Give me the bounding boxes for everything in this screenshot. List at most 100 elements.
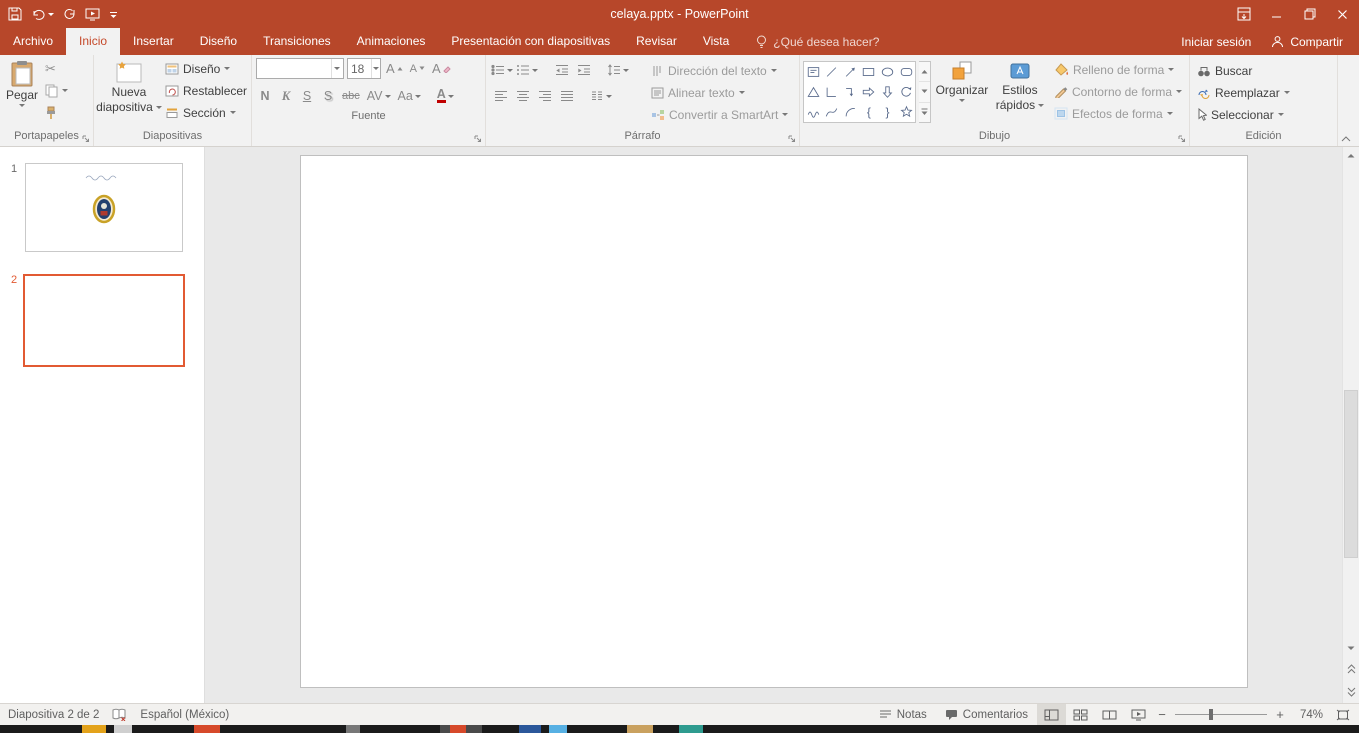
zoom-out-button[interactable]: − xyxy=(1153,707,1171,722)
line-spacing-button[interactable] xyxy=(607,61,629,79)
taskbar-app-icon[interactable] xyxy=(519,725,541,733)
reset-button[interactable]: Restablecer xyxy=(161,80,251,101)
taskbar-app-icon[interactable] xyxy=(82,725,106,733)
shape-elbow-connector-icon[interactable] xyxy=(841,82,860,102)
scroll-up-icon[interactable] xyxy=(1343,147,1359,164)
slide-thumbnail-1[interactable]: 1 xyxy=(0,163,204,252)
tab-revisar[interactable]: Revisar xyxy=(623,28,690,55)
shape-triangle-icon[interactable] xyxy=(804,82,823,102)
decrease-indent-icon[interactable] xyxy=(552,61,571,79)
italic-button[interactable]: K xyxy=(277,86,295,106)
font-size-input[interactable] xyxy=(348,62,371,76)
zoom-in-button[interactable]: + xyxy=(1271,707,1289,722)
taskbar-app-icon[interactable] xyxy=(194,725,220,733)
normal-view-icon[interactable] xyxy=(1037,704,1066,725)
minimize-icon[interactable] xyxy=(1260,0,1293,28)
shape-line-icon[interactable] xyxy=(823,62,842,82)
shape-fill-button[interactable]: Relleno de forma xyxy=(1050,59,1186,80)
notes-button[interactable]: Notas xyxy=(870,704,936,725)
font-dialog-launcher-icon[interactable] xyxy=(474,135,482,143)
layout-button[interactable]: Diseño xyxy=(161,58,251,79)
find-button[interactable]: Buscar xyxy=(1193,60,1294,81)
start-slideshow-icon[interactable] xyxy=(85,5,100,23)
font-size-dropdown-caret[interactable] xyxy=(371,59,380,78)
clear-formatting-button[interactable]: A xyxy=(430,59,453,79)
scroll-down-icon[interactable] xyxy=(1343,640,1359,657)
tab-archivo[interactable]: Archivo xyxy=(0,28,66,55)
select-button[interactable]: Seleccionar xyxy=(1193,104,1294,125)
align-text-button[interactable]: Alinear texto xyxy=(647,82,792,103)
taskbar-app-icon[interactable] xyxy=(627,725,653,733)
slide-thumbnail-2[interactable]: 2 xyxy=(0,274,204,367)
bullets-button[interactable] xyxy=(491,61,513,79)
slide-1-preview[interactable] xyxy=(25,163,183,252)
font-name-dropdown-caret[interactable] xyxy=(331,59,343,78)
strikethrough-button[interactable]: abc xyxy=(340,86,362,106)
shape-arrow-down-icon[interactable] xyxy=(878,82,897,102)
taskbar-app-icon[interactable] xyxy=(346,725,360,733)
change-case-button[interactable]: Aa xyxy=(396,86,423,106)
language-button[interactable]: Español (México) xyxy=(140,709,229,721)
restore-icon[interactable] xyxy=(1293,0,1326,28)
shape-curve-icon[interactable] xyxy=(823,102,842,122)
shape-outline-button[interactable]: Contorno de forma xyxy=(1050,81,1186,102)
align-center-icon[interactable] xyxy=(513,87,532,105)
slide-sorter-view-icon[interactable] xyxy=(1066,704,1095,725)
cut-button[interactable]: ✂ xyxy=(41,58,72,79)
redo-icon[interactable] xyxy=(63,5,76,23)
customize-qat-icon[interactable] xyxy=(109,5,118,23)
zoom-percent[interactable]: 74% xyxy=(1289,709,1327,721)
close-icon[interactable] xyxy=(1326,0,1359,28)
shapes-scroll-up-icon[interactable] xyxy=(919,62,930,82)
tab-transiciones[interactable]: Transiciones xyxy=(250,28,344,55)
tab-insertar[interactable]: Insertar xyxy=(120,28,187,55)
comments-button[interactable]: Comentarios xyxy=(936,704,1037,725)
scrollbar-thumb[interactable] xyxy=(1344,390,1358,558)
scrollbar-track[interactable] xyxy=(1343,164,1359,640)
increase-indent-icon[interactable] xyxy=(574,61,593,79)
undo-icon[interactable] xyxy=(31,5,54,23)
shape-left-brace-icon[interactable]: { xyxy=(860,102,879,122)
ribbon-display-options-icon[interactable] xyxy=(1227,0,1260,28)
shape-textbox-icon[interactable] xyxy=(804,62,823,82)
shape-right-angle-icon[interactable] xyxy=(823,82,842,102)
decrease-font-size-button[interactable]: A xyxy=(408,59,427,79)
collapse-ribbon-icon[interactable] xyxy=(1341,136,1351,142)
reading-view-icon[interactable] xyxy=(1095,704,1124,725)
tab-animaciones[interactable]: Animaciones xyxy=(344,28,439,55)
section-button[interactable]: Sección xyxy=(161,102,251,123)
shape-scribble-icon[interactable] xyxy=(804,102,823,122)
previous-slide-icon[interactable] xyxy=(1343,657,1359,680)
numbering-button[interactable] xyxy=(516,61,538,79)
underline-button[interactable]: S xyxy=(298,86,316,106)
new-slide-button[interactable]: Nueva diapositiva xyxy=(97,58,161,129)
increase-font-size-button[interactable]: A xyxy=(384,59,405,79)
shape-arrow-right-icon[interactable] xyxy=(860,82,879,102)
tab-inicio[interactable]: Inicio xyxy=(66,28,120,55)
shape-rounded-rectangle-icon[interactable] xyxy=(897,62,916,82)
align-left-icon[interactable] xyxy=(491,87,510,105)
slideshow-view-icon[interactable] xyxy=(1124,704,1153,725)
copy-button[interactable] xyxy=(41,80,72,101)
font-size-combo[interactable] xyxy=(347,58,381,79)
arrange-button[interactable]: Organizar xyxy=(934,58,990,129)
shapes-scroll-down-icon[interactable] xyxy=(919,82,930,102)
taskbar-app-icon[interactable] xyxy=(679,725,703,733)
columns-button[interactable] xyxy=(590,87,612,105)
shape-right-brace-icon[interactable]: } xyxy=(878,102,897,122)
next-slide-icon[interactable] xyxy=(1343,680,1359,703)
shape-rectangle-icon[interactable] xyxy=(860,62,879,82)
font-color-button[interactable]: A xyxy=(435,86,456,106)
convert-smartart-button[interactable]: Convertir a SmartArt xyxy=(647,104,792,125)
shapes-gallery[interactable]: { } xyxy=(803,61,916,123)
taskbar-app-icon[interactable] xyxy=(114,725,132,733)
format-painter-button[interactable] xyxy=(41,102,72,123)
paragraph-dialog-launcher-icon[interactable] xyxy=(788,135,796,143)
zoom-slider[interactable] xyxy=(1175,714,1267,715)
slide-editing-surface[interactable] xyxy=(300,155,1248,688)
paste-button[interactable]: Pegar xyxy=(3,58,41,129)
save-icon[interactable] xyxy=(8,5,22,23)
shape-star-icon[interactable] xyxy=(897,102,916,122)
drawing-dialog-launcher-icon[interactable] xyxy=(1178,135,1186,143)
character-spacing-button[interactable]: AV xyxy=(365,86,393,106)
